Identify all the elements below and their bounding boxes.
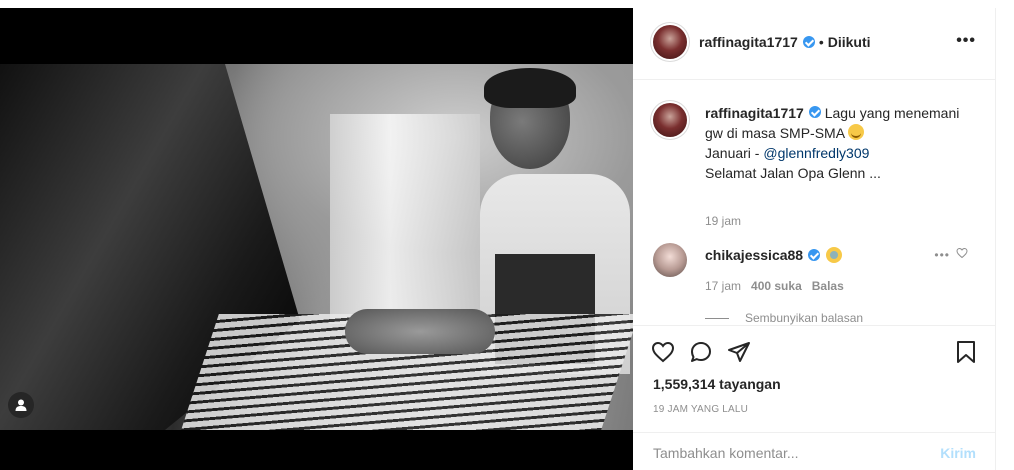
comment-likes[interactable]: 400 suka — [751, 279, 802, 293]
user-icon — [15, 399, 27, 411]
save-button[interactable] — [952, 338, 980, 366]
video-player[interactable] — [0, 8, 633, 470]
caption-line3: Selamat Jalan Opa Glenn ... — [705, 165, 881, 181]
post-sidebar: raffinagita1717 • Diikuti ••• raffinagit… — [633, 8, 996, 470]
smiling-face-emoji-icon — [848, 124, 865, 140]
hide-replies-button[interactable]: Sembunyikan balasan — [705, 311, 863, 325]
caption-avatar[interactable] — [653, 103, 687, 137]
caption-line2-prefix: Januari - — [705, 145, 764, 161]
comment-button[interactable] — [687, 338, 715, 366]
comment-meta: 17 jam 400 suka Balas — [705, 279, 844, 293]
more-options-icon[interactable]: ••• — [956, 32, 976, 50]
view-count[interactable]: 1,559,314 tayangan — [653, 376, 781, 392]
pianist-hands — [345, 309, 495, 354]
comment-item: chikajessica88 17 jam 400 suka Balas •••… — [633, 231, 996, 325]
author-username[interactable]: raffinagita1717 — [699, 34, 798, 50]
post-header: raffinagita1717 • Diikuti ••• — [633, 8, 996, 80]
instagram-post-view: raffinagita1717 • Diikuti ••• raffinagit… — [0, 0, 1014, 470]
author-avatar[interactable] — [653, 25, 687, 59]
divider-line — [705, 317, 729, 319]
post-timestamp[interactable]: 19 JAM YANG LALU — [653, 404, 748, 415]
bookmark-icon — [957, 341, 975, 363]
video-frame[interactable] — [0, 64, 633, 430]
comment-time[interactable]: 17 jam — [705, 279, 741, 293]
caption-timestamp[interactable]: 19 jam — [705, 214, 741, 228]
comment-icon — [691, 342, 711, 362]
separator: • — [818, 34, 824, 50]
mention-link[interactable]: @glennfredly309 — [763, 145, 869, 161]
verified-badge-icon — [808, 106, 821, 118]
comment-body: chikajessica88 — [705, 247, 843, 263]
share-icon — [728, 342, 750, 362]
comment-options-icon[interactable]: ••• — [934, 248, 950, 262]
reply-button[interactable]: Balas — [812, 279, 844, 293]
follow-status-button[interactable]: Diikuti — [828, 34, 871, 50]
author-info: raffinagita1717 • Diikuti — [699, 34, 871, 50]
commenter-avatar[interactable] — [653, 243, 687, 277]
caption-username[interactable]: raffinagita1717 — [705, 105, 804, 121]
verified-badge-icon — [802, 36, 815, 48]
comments-list[interactable]: raffinagita1717 Lagu yang menemani gw di… — [633, 81, 996, 325]
comment-like-heart-icon[interactable] — [956, 247, 968, 259]
share-button[interactable] — [725, 338, 753, 366]
crying-face-emoji-icon — [826, 247, 843, 263]
add-comment-form: Kirim — [633, 432, 996, 470]
tagged-users-button[interactable] — [8, 392, 34, 418]
hide-replies-label: Sembunyikan balasan — [745, 311, 864, 325]
action-icons — [649, 338, 753, 366]
background-window — [330, 114, 480, 324]
verified-badge-icon — [808, 249, 821, 261]
pianist-hair — [484, 68, 576, 108]
heart-icon — [651, 341, 675, 363]
caption-text: raffinagita1717 Lagu yang menemani gw di… — [705, 103, 965, 183]
post-comment-button[interactable]: Kirim — [940, 445, 976, 461]
commenter-username[interactable]: chikajessica88 — [705, 247, 803, 263]
like-button[interactable] — [649, 338, 677, 366]
post-actions: 1,559,314 tayangan 19 JAM YANG LALU — [633, 325, 996, 425]
comment-input[interactable] — [653, 443, 923, 463]
